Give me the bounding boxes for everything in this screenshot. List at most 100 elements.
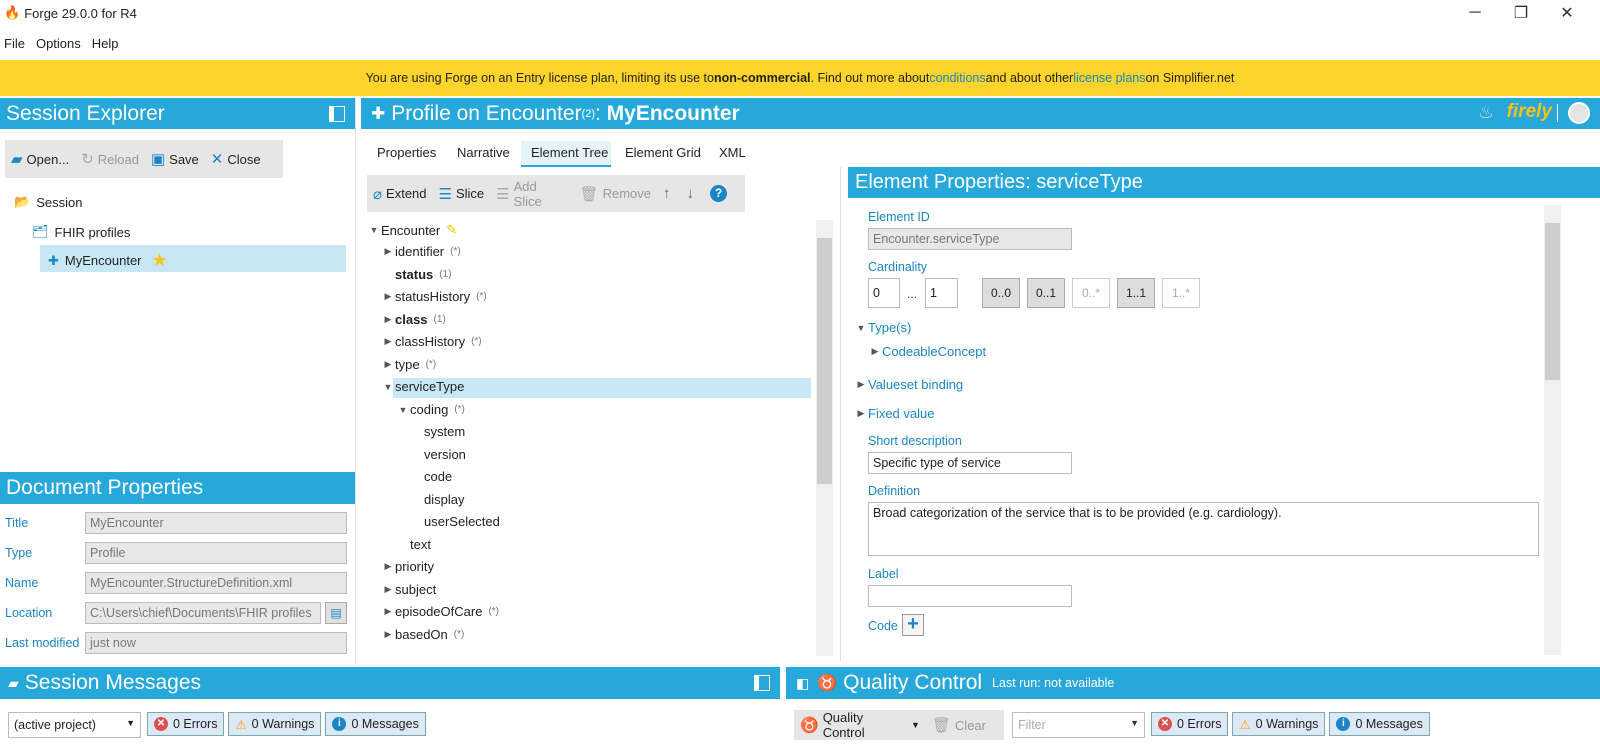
- dock-icon[interactable]: [754, 675, 770, 691]
- tree-node[interactable]: ▶ statusHistory (*): [381, 289, 487, 304]
- move-down-button[interactable]: ↓: [687, 185, 699, 202]
- paperclip-icon: ⌀: [373, 185, 383, 203]
- menu-help[interactable]: Help: [92, 36, 119, 51]
- tree-node[interactable]: ▶ type (*): [381, 357, 437, 372]
- tree-session[interactable]: 📂 Session: [14, 194, 82, 210]
- open-button[interactable]: ▰ Open...: [11, 150, 69, 168]
- profile-sep: :: [595, 101, 607, 125]
- filter-placeholder: Filter: [1018, 718, 1046, 732]
- slice-button[interactable]: ☰ Slice: [439, 185, 485, 203]
- tree-node[interactable]: system: [424, 424, 465, 439]
- short-description-input[interactable]: Specific type of service: [868, 452, 1072, 474]
- type-codeableconcept[interactable]: ▶ CodeableConcept: [868, 344, 987, 359]
- max-cardinality-input[interactable]: 1: [925, 278, 958, 308]
- doc-name-field[interactable]: MyEncounter.StructureDefinition.xml: [85, 572, 347, 594]
- types-section[interactable]: ▼ Type(s): [854, 320, 912, 335]
- remove-button[interactable]: 🗑 Remove: [580, 185, 651, 203]
- reload-button[interactable]: ↻ Reload: [81, 150, 139, 168]
- project-filter-select[interactable]: (active project) ▼: [8, 712, 141, 738]
- dock-icon[interactable]: [329, 106, 345, 122]
- doc-title-field[interactable]: MyEncounter: [85, 512, 347, 534]
- doc-type-field[interactable]: Profile: [85, 542, 347, 564]
- tab-element-grid[interactable]: Element Grid: [625, 143, 701, 167]
- tree-node[interactable]: ▶ identifier (*): [381, 244, 461, 259]
- messages-badge[interactable]: i 0 Messages: [325, 712, 426, 736]
- splitter[interactable]: [840, 167, 841, 661]
- conditions-link[interactable]: conditions: [929, 71, 985, 85]
- label-input[interactable]: [868, 585, 1072, 607]
- errors-badge[interactable]: ✕ 0 Errors: [147, 712, 225, 736]
- tree-node[interactable]: code: [424, 469, 452, 484]
- errors-badge[interactable]: ✕ 0 Errors: [1151, 712, 1229, 736]
- cardinality-0-1-button[interactable]: 0..1: [1027, 278, 1065, 308]
- tree-scrollbar[interactable]: [816, 220, 833, 656]
- menu-file[interactable]: File: [4, 36, 25, 51]
- collapsed-icon: ▶: [384, 359, 392, 369]
- tree-node[interactable]: ▶ episodeOfCare (*): [381, 604, 499, 619]
- tree-node[interactable]: ▶ priority: [381, 559, 434, 574]
- min-cardinality-input[interactable]: 0: [868, 278, 900, 308]
- tree-node[interactable]: text: [410, 537, 431, 552]
- tree-node[interactable]: ▶ basedOn (*): [381, 627, 465, 642]
- element-id-field[interactable]: Encounter.serviceType: [868, 228, 1072, 250]
- tree-fhir-profiles[interactable]: 🗂 FHIR profiles: [32, 224, 130, 240]
- tree-node[interactable]: ▼ serviceType: [381, 379, 465, 394]
- node-card: (*): [454, 404, 465, 415]
- node-label: serviceType: [395, 379, 465, 394]
- quality-control-button[interactable]: ♉ Quality Control ▼: [800, 710, 920, 740]
- move-up-button[interactable]: ↑: [663, 185, 675, 202]
- cardinality-0-0-button[interactable]: 0..0: [982, 278, 1020, 308]
- tree-node[interactable]: ▶ subject: [381, 582, 437, 597]
- clear-button[interactable]: 🗑 Clear: [932, 716, 986, 734]
- tree-node[interactable]: status (1): [381, 267, 452, 282]
- cardinality-0-many-button[interactable]: 0..*: [1072, 278, 1110, 308]
- splitter[interactable]: [355, 98, 361, 664]
- minimize-button[interactable]: ─: [1452, 0, 1498, 26]
- tree-node[interactable]: userSelected: [424, 514, 500, 529]
- add-layers-icon: ☰: [496, 185, 510, 203]
- fixed-value-section[interactable]: ▶ Fixed value: [854, 406, 935, 421]
- dock-left-icon[interactable]: ◧: [796, 675, 809, 692]
- extend-button[interactable]: ⌀ Extend: [373, 185, 427, 203]
- save-button[interactable]: ▣ Save: [151, 150, 199, 168]
- tab-narrative[interactable]: Narrative: [457, 143, 510, 167]
- cardinality-1-1-button[interactable]: 1..1: [1117, 278, 1155, 308]
- close-button[interactable]: ✕ Close: [211, 150, 261, 168]
- tree-myencounter[interactable]: ✚ MyEncounter ★: [48, 250, 168, 271]
- doc-modified-field[interactable]: just now: [85, 632, 347, 654]
- tree-node[interactable]: ▶ class (1): [381, 312, 446, 327]
- help-button[interactable]: ?: [710, 185, 727, 202]
- tree-node[interactable]: ▼ Encounter ✎: [367, 222, 458, 238]
- menu-options[interactable]: Options: [36, 36, 81, 51]
- tab-properties[interactable]: Properties: [377, 143, 436, 167]
- tree-node[interactable]: ▼ coding (*): [396, 402, 465, 417]
- add-code-icon[interactable]: +: [902, 614, 924, 636]
- messages-badge[interactable]: i 0 Messages: [1329, 712, 1430, 736]
- tab-element-tree[interactable]: Element Tree: [531, 143, 608, 167]
- browse-folder-icon[interactable]: ▤: [325, 602, 347, 624]
- tree-node[interactable]: ▶ classHistory (*): [381, 334, 482, 349]
- user-avatar-icon[interactable]: [1568, 102, 1590, 124]
- scrollbar-thumb[interactable]: [817, 238, 832, 484]
- properties-scrollbar[interactable]: [1544, 205, 1561, 655]
- warnings-badge[interactable]: ⚠ 0 Warnings: [1232, 712, 1326, 736]
- remove-label: Remove: [602, 186, 651, 201]
- quality-filter-select[interactable]: Filter ▼: [1012, 712, 1145, 738]
- add-slice-button[interactable]: ☰ Add Slice: [496, 179, 567, 209]
- warnings-badge[interactable]: ⚠ 0 Warnings: [228, 712, 322, 736]
- banner-text-4: on Simplifier.net: [1145, 71, 1235, 85]
- puzzle-icon: ✚: [48, 252, 59, 268]
- doc-location-field[interactable]: C:\Users\chief\Documents\FHIR profiles: [85, 602, 321, 624]
- close-window-button[interactable]: ✕: [1544, 0, 1590, 26]
- restore-button[interactable]: ❐: [1498, 0, 1544, 26]
- scrollbar-thumb[interactable]: [1545, 223, 1560, 380]
- valueset-binding-section[interactable]: ▶ Valueset binding: [854, 377, 964, 392]
- tree-node[interactable]: version: [424, 447, 466, 462]
- definition-textarea[interactable]: Broad categorization of the service that…: [868, 502, 1539, 556]
- license-plans-link[interactable]: license plans: [1073, 71, 1145, 85]
- medal-icon: ♉: [800, 717, 819, 734]
- tab-xml[interactable]: XML: [719, 143, 746, 167]
- cardinality-1-many-button[interactable]: 1..*: [1162, 278, 1200, 308]
- profile-header: ✚ Profile on Encounter (2) : MyEncounter…: [361, 98, 1600, 129]
- tree-node[interactable]: display: [424, 492, 464, 507]
